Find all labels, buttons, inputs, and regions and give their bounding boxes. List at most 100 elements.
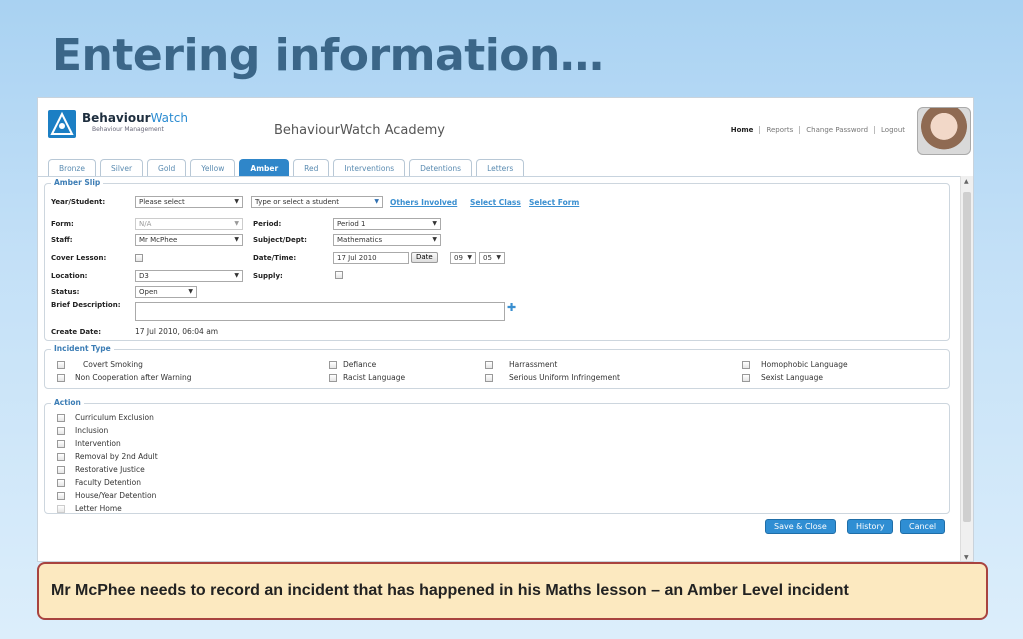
- tab-yellow[interactable]: Yellow: [190, 159, 236, 176]
- cover-lesson-label: Cover Lesson:: [51, 254, 107, 262]
- chevron-down-icon: ▼: [234, 236, 239, 243]
- tab-silver[interactable]: Silver: [99, 159, 144, 176]
- others-involved-link[interactable]: Others Involved: [390, 198, 457, 207]
- action-checkbox[interactable]: [57, 492, 65, 500]
- form-select[interactable]: N/A ▼: [135, 218, 243, 230]
- top-nav: Home Reports Change Password Logout: [725, 126, 911, 134]
- tab-amber[interactable]: Amber: [239, 159, 290, 176]
- academy-name: BehaviourWatch Academy: [274, 123, 445, 138]
- chevron-down-icon: ▼: [432, 220, 437, 227]
- amber-slip-legend: Amber Slip: [51, 178, 104, 187]
- subject-select[interactable]: Mathematics ▼: [333, 234, 441, 246]
- cancel-button[interactable]: Cancel: [900, 519, 946, 534]
- form-content: Amber Slip Year/Student: Please select ▼ …: [38, 176, 962, 561]
- student-select[interactable]: Type or select a student ▼: [251, 196, 383, 208]
- status-label: Status:: [51, 288, 80, 296]
- chevron-down-icon: ▼: [188, 288, 193, 295]
- incident-non-cooperation: Non Cooperation after Warning: [75, 373, 192, 382]
- action-checkbox[interactable]: [57, 453, 65, 461]
- incident-checkbox[interactable]: [742, 361, 750, 369]
- brief-description-input[interactable]: [135, 302, 505, 321]
- staff-label: Staff:: [51, 236, 73, 244]
- tab-letters[interactable]: Letters: [476, 159, 525, 176]
- hour-select[interactable]: 09 ▼: [450, 252, 476, 264]
- incident-serious-uniform: Serious Uniform Infringement: [509, 373, 620, 382]
- tab-gold[interactable]: Gold: [147, 159, 187, 176]
- tab-red[interactable]: Red: [293, 159, 330, 176]
- year-student-label: Year/Student:: [51, 198, 106, 206]
- tab-bronze[interactable]: Bronze: [48, 159, 96, 176]
- save-close-button[interactable]: Save & Close: [765, 519, 836, 534]
- action-checkbox[interactable]: [57, 505, 65, 513]
- nav-home[interactable]: Home: [725, 126, 760, 134]
- form-label: Form:: [51, 220, 74, 228]
- chevron-down-icon: ▼: [234, 272, 239, 279]
- incident-harrassment: Harrassment: [509, 360, 558, 369]
- app-header: BehaviourWatch Behaviour Management Beha…: [38, 98, 973, 160]
- scrollbar-thumb[interactable]: [963, 192, 971, 522]
- scroll-down-icon[interactable]: ▼: [964, 554, 969, 561]
- subject-label: Subject/Dept:: [253, 236, 307, 244]
- action-restorative-justice: Restorative Justice: [75, 465, 145, 474]
- incident-type-group: Incident Type Covert Smoking Defiance Ha…: [44, 344, 950, 389]
- incident-checkbox[interactable]: [742, 374, 750, 382]
- select-class-link[interactable]: Select Class: [470, 198, 521, 207]
- incident-checkbox[interactable]: [329, 361, 337, 369]
- action-removal-2nd-adult: Removal by 2nd Adult: [75, 452, 158, 461]
- vertical-scrollbar[interactable]: ▲ ▼: [960, 176, 973, 561]
- nav-reports[interactable]: Reports: [759, 126, 799, 134]
- action-checkbox[interactable]: [57, 440, 65, 448]
- add-plus-icon[interactable]: ✚: [507, 301, 516, 314]
- incident-checkbox[interactable]: [485, 374, 493, 382]
- chevron-down-icon: ▼: [432, 236, 437, 243]
- history-button[interactable]: History: [847, 519, 894, 534]
- status-select[interactable]: Open ▼: [135, 286, 197, 298]
- minute-select[interactable]: 05 ▼: [479, 252, 505, 264]
- tab-detentions[interactable]: Detentions: [409, 159, 473, 176]
- brand-subtitle: Behaviour Management: [92, 126, 164, 133]
- year-student-select[interactable]: Please select ▼: [135, 196, 243, 208]
- incident-covert-smoking: Covert Smoking: [83, 360, 143, 369]
- select-form-link[interactable]: Select Form: [529, 198, 579, 207]
- slide-title: Entering information…: [52, 30, 604, 81]
- incident-homophobic-language: Homophobic Language: [761, 360, 848, 369]
- nav-logout[interactable]: Logout: [874, 126, 911, 134]
- nav-change-password[interactable]: Change Password: [799, 126, 874, 134]
- incident-sexist-language: Sexist Language: [761, 373, 824, 382]
- incident-checkbox[interactable]: [57, 374, 65, 382]
- action-checkbox[interactable]: [57, 479, 65, 487]
- chevron-down-icon: ▼: [496, 254, 501, 261]
- location-select[interactable]: D3 ▼: [135, 270, 243, 282]
- action-legend: Action: [51, 398, 84, 407]
- incident-racist-language: Racist Language: [343, 373, 406, 382]
- period-label: Period:: [253, 220, 282, 228]
- supply-checkbox[interactable]: [335, 271, 343, 279]
- incident-defiance: Defiance: [343, 360, 377, 369]
- level-tabs: Bronze Silver Gold Yellow Amber Red Inte…: [48, 159, 525, 176]
- action-curriculum-exclusion: Curriculum Exclusion: [75, 413, 154, 422]
- scroll-up-icon[interactable]: ▲: [964, 178, 969, 185]
- location-label: Location:: [51, 272, 88, 280]
- action-checkbox[interactable]: [57, 466, 65, 474]
- action-checkbox[interactable]: [57, 427, 65, 435]
- incident-checkbox[interactable]: [57, 361, 65, 369]
- date-input[interactable]: 17 Jul 2010: [333, 252, 409, 264]
- date-button[interactable]: Date: [411, 252, 438, 263]
- action-inclusion: Inclusion: [75, 426, 109, 435]
- incident-checkbox[interactable]: [485, 361, 493, 369]
- incident-checkbox[interactable]: [329, 374, 337, 382]
- staff-select[interactable]: Mr McPhee ▼: [135, 234, 243, 246]
- action-letter-home: Letter Home: [75, 504, 122, 513]
- app-screenshot: BehaviourWatch Behaviour Management Beha…: [37, 97, 974, 562]
- period-select[interactable]: Period 1 ▼: [333, 218, 441, 230]
- incident-type-legend: Incident Type: [51, 344, 114, 353]
- action-intervention: Intervention: [75, 439, 121, 448]
- tab-interventions[interactable]: Interventions: [333, 159, 406, 176]
- behaviourwatch-logo-icon: [48, 110, 76, 138]
- action-faculty-detention: Faculty Detention: [75, 478, 142, 487]
- supply-label: Supply:: [253, 272, 283, 280]
- brief-description-label: Brief Description:: [51, 301, 121, 309]
- action-checkbox[interactable]: [57, 414, 65, 422]
- create-date-value: 17 Jul 2010, 06:04 am: [135, 327, 219, 336]
- cover-lesson-checkbox[interactable]: [135, 254, 143, 262]
